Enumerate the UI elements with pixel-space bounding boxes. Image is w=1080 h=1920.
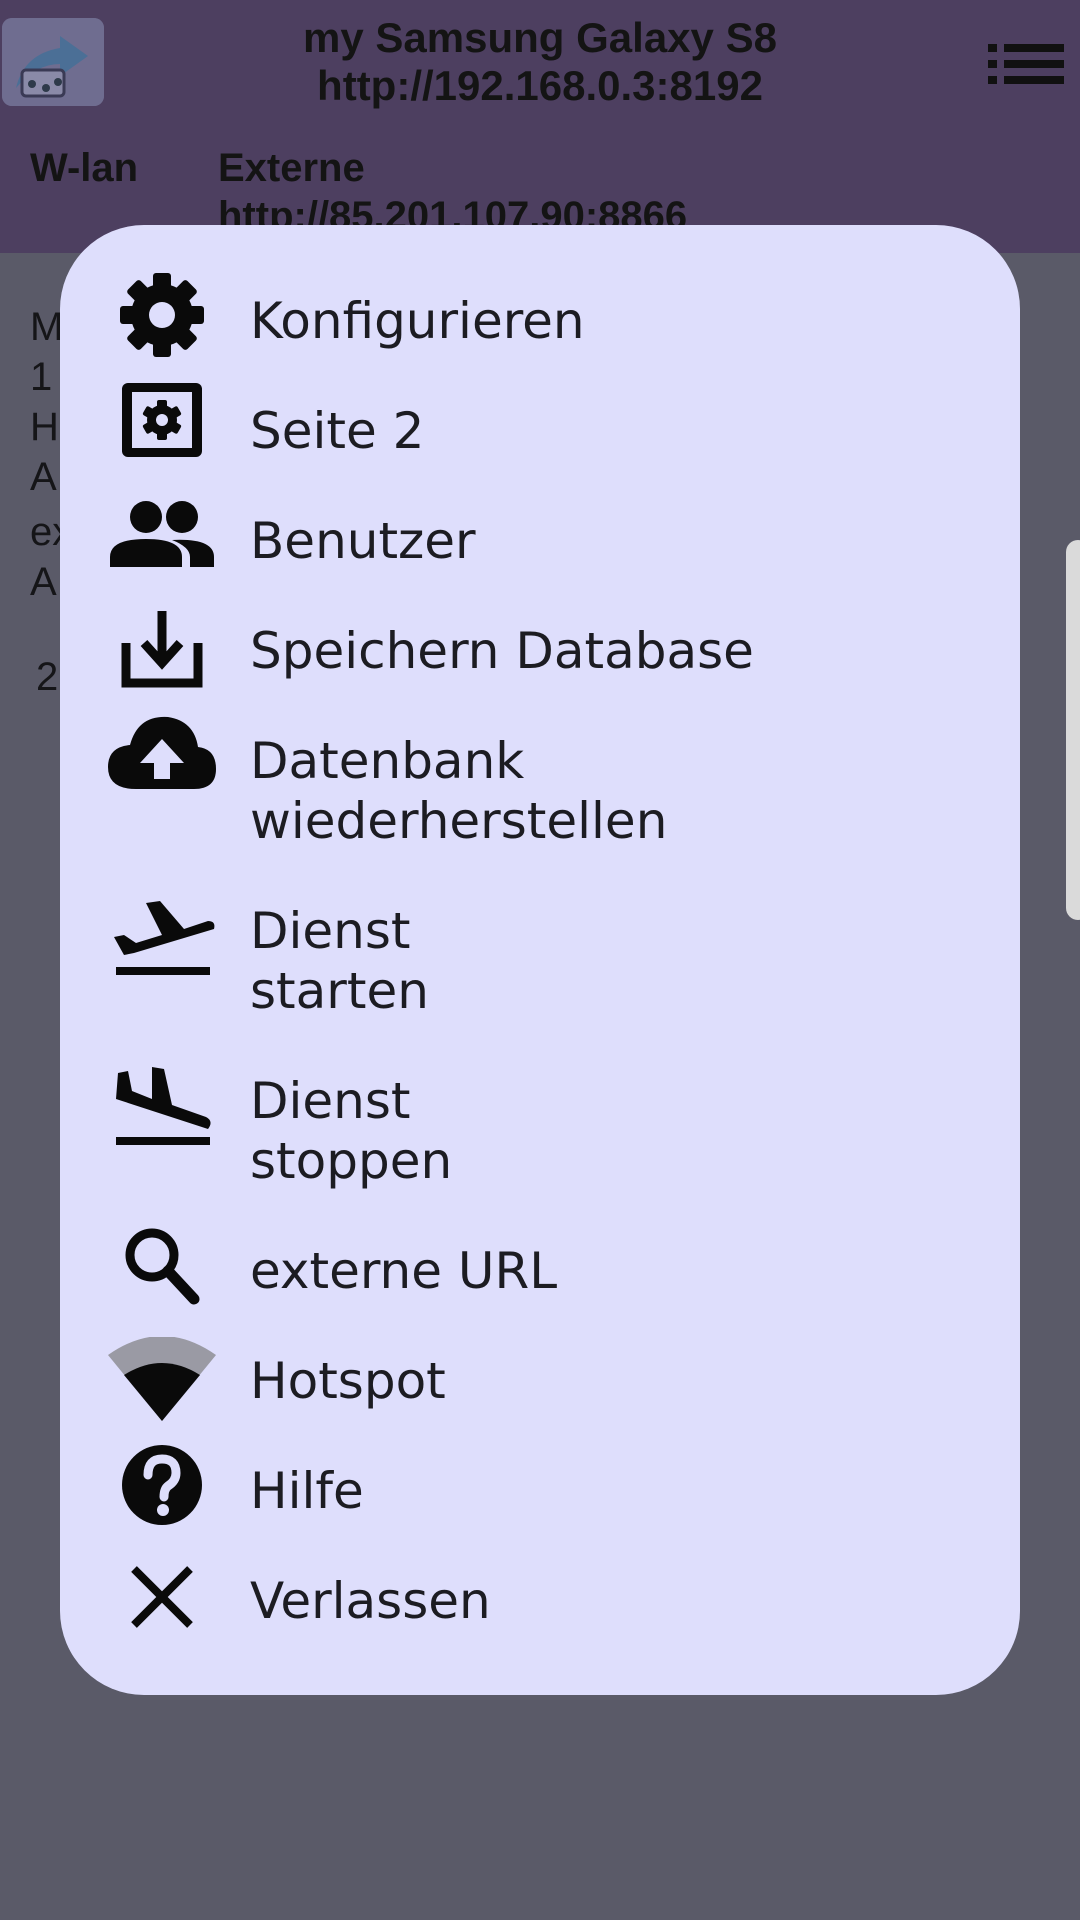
- menu-item-label-line2: stoppen: [250, 1132, 453, 1190]
- wifi-icon: [106, 1337, 218, 1421]
- menu-item-label: Datenbank: [250, 732, 525, 790]
- device-name: my Samsung Galaxy S8: [303, 14, 777, 61]
- menu-item-label: Speichern Database: [250, 622, 754, 680]
- menu-item-konfigurieren[interactable]: Konfigurieren: [60, 273, 1020, 369]
- menu-item-dienst-starten[interactable]: Dienst starten: [60, 883, 1020, 1033]
- wlan-label[interactable]: W-lan: [30, 144, 138, 192]
- menu-item-label: Konfigurieren: [250, 292, 585, 350]
- menu-item-label-line2: starten: [250, 962, 429, 1020]
- close-icon: [106, 1557, 218, 1641]
- menu-item-label: Seite 2: [250, 402, 425, 460]
- device-title: my Samsung Galaxy S8 http://192.168.0.3:…: [190, 14, 890, 110]
- cloud-upload-icon: [106, 713, 218, 797]
- gear-icon: [106, 273, 218, 357]
- background-text-line: 2: [36, 655, 59, 699]
- download-icon: [106, 609, 218, 693]
- background-text-line: M: [30, 305, 64, 349]
- menu-item-label: Hilfe: [250, 1462, 364, 1520]
- menu-item-externe-url[interactable]: externe URL: [60, 1223, 1020, 1319]
- overflow-menu: Konfigurieren Seite 2 Benutzer Speichern…: [60, 225, 1020, 1695]
- menu-item-label: Verlassen: [250, 1572, 491, 1630]
- menu-item-label-line2: wiederherstellen: [250, 792, 668, 850]
- flight-land-icon: [106, 1067, 218, 1151]
- local-url[interactable]: http://192.168.0.3:8192: [190, 62, 890, 110]
- menu-item-verlassen[interactable]: Verlassen: [60, 1553, 1020, 1649]
- menu-item-datenbank-wiederherstellen[interactable]: Datenbank wiederherstellen: [60, 713, 1020, 863]
- background-text-line: 1: [30, 355, 53, 399]
- flight-takeoff-icon: [106, 897, 218, 981]
- menu-item-speichern-database[interactable]: Speichern Database: [60, 603, 1020, 699]
- app-bar: my Samsung Galaxy S8 http://192.168.0.3:…: [0, 0, 1080, 253]
- menu-item-label: externe URL: [250, 1242, 558, 1300]
- menu-item-hotspot[interactable]: Hotspot: [60, 1333, 1020, 1429]
- menu-item-seite-2[interactable]: Seite 2: [60, 383, 1020, 479]
- users-icon: [106, 495, 218, 579]
- menu-item-hilfe[interactable]: Hilfe: [60, 1443, 1020, 1539]
- background-text-line: A: [30, 560, 57, 604]
- menu-item-dienst-stoppen[interactable]: Dienst stoppen: [60, 1053, 1020, 1203]
- menu-item-benutzer[interactable]: Benutzer: [60, 493, 1020, 589]
- menu-item-label: Hotspot: [250, 1352, 446, 1410]
- external-label[interactable]: Externe: [218, 144, 365, 192]
- search-icon: [106, 1225, 218, 1309]
- scrollbar-handle[interactable]: [1066, 540, 1080, 920]
- list-menu-icon[interactable]: [986, 42, 1066, 86]
- background-text-line: H: [30, 405, 59, 449]
- background-text-line: A: [30, 455, 57, 499]
- menu-item-label: Dienst: [250, 902, 411, 960]
- menu-item-label: Dienst: [250, 1072, 411, 1130]
- menu-item-label: Benutzer: [250, 512, 476, 570]
- app-logo-icon[interactable]: [2, 18, 104, 106]
- settings-box-icon: [106, 383, 218, 467]
- help-icon: [106, 1443, 218, 1527]
